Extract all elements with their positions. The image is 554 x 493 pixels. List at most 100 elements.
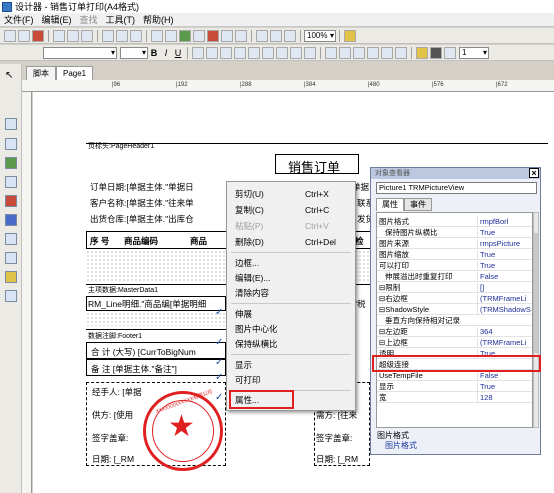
grid-icon[interactable] [193, 29, 205, 42]
menu-item-delete[interactable]: 删除(D) Ctrl+Del [227, 235, 355, 249]
line-width-select[interactable]: 1 [459, 46, 489, 59]
menu-item-clear[interactable]: 清除内容 [227, 286, 355, 300]
property-row[interactable]: 图片格式 rmpfBorl [377, 217, 532, 227]
property-row[interactable]: 可以打印 True [377, 261, 532, 271]
rotate-icon[interactable] [304, 46, 316, 59]
master-data-row[interactable]: RM_Line明细."商品编[单据明细 [86, 296, 226, 311]
richtext-icon[interactable] [5, 214, 17, 226]
fill-color-icon[interactable] [416, 46, 428, 59]
align-justify-icon[interactable] [234, 46, 246, 59]
align-icon[interactable] [179, 29, 191, 42]
total-row[interactable]: 合 计 (大写) [CurrToBigNum [86, 342, 226, 359]
property-row[interactable]: 图片来源 rmpsPicture [377, 239, 532, 249]
align-center-icon[interactable] [206, 46, 218, 59]
menu-item-cut[interactable]: 剪切(U) Ctrl+X [227, 187, 355, 201]
menu-file[interactable]: 文件(F) [0, 13, 38, 26]
help-icon[interactable] [344, 29, 356, 42]
group-icon[interactable] [221, 29, 233, 42]
property-row[interactable]: 垂直方向保持相对记录 [377, 316, 532, 326]
copy-icon[interactable] [116, 29, 128, 42]
subreport-icon[interactable] [5, 176, 17, 188]
menu-item-visible[interactable]: 显示 [227, 358, 355, 372]
menu-item-printable[interactable]: 可打印 [227, 373, 355, 387]
barcode-icon[interactable] [5, 252, 17, 264]
property-row[interactable]: 保持图片纵横比 True [377, 228, 532, 238]
frame-top-icon[interactable] [339, 46, 351, 59]
close-icon[interactable]: × [529, 168, 539, 178]
align-left-icon[interactable] [192, 46, 204, 59]
wrap-icon[interactable] [290, 46, 302, 59]
property-row[interactable]: 宽 128 [377, 393, 532, 403]
fit-icon[interactable] [284, 29, 296, 42]
line-style-icon[interactable] [444, 46, 456, 59]
tab-properties[interactable]: 属性 [376, 198, 404, 211]
property-row[interactable]: ⊟限制[] [377, 283, 532, 293]
handler-field[interactable]: 经手人: [单据 [92, 386, 142, 398]
date-right-field[interactable]: 日期: [_RM [316, 453, 358, 465]
undo-icon[interactable] [151, 29, 163, 42]
print-icon[interactable] [53, 29, 65, 42]
shape-icon[interactable] [5, 157, 17, 169]
property-scrollbar[interactable] [533, 212, 539, 428]
sign-right-field[interactable]: 签字盖章: [316, 432, 352, 444]
paste-icon[interactable] [130, 29, 142, 42]
save-icon[interactable] [32, 29, 44, 42]
property-row[interactable]: ⊟ShadowStyle (TRMShadowS [377, 305, 532, 315]
chart-icon[interactable] [5, 233, 17, 245]
property-row[interactable]: ⊟右边框 (TRMFrameLi [377, 294, 532, 304]
menu-tools[interactable]: 工具(T) [102, 13, 140, 26]
pointer-icon[interactable]: ↖ [5, 70, 17, 82]
frame-none-icon[interactable] [395, 46, 407, 59]
property-row[interactable]: UseTempFile False [377, 371, 532, 381]
underline-button[interactable]: U [172, 47, 184, 59]
open-icon[interactable] [18, 29, 30, 42]
font-size-select[interactable] [120, 46, 148, 59]
valign-bottom-icon[interactable] [276, 46, 288, 59]
menu-item-copy[interactable]: 复制(C) Ctrl+C [227, 203, 355, 217]
page-icon[interactable] [235, 29, 247, 42]
frame-all-icon[interactable] [325, 46, 337, 59]
supplier-field[interactable]: 供方: [使用 [92, 409, 133, 421]
customer-field[interactable]: 客户名称:[单据主体."往来单 [90, 197, 194, 209]
bold-button[interactable]: B [148, 47, 160, 59]
font-name-select[interactable] [43, 46, 117, 59]
redo-icon[interactable] [165, 29, 177, 42]
menu-item-edit[interactable]: 编辑(E)... [227, 271, 355, 285]
sign-left-field[interactable]: 签字盖章: [92, 432, 128, 444]
frame-bottom-icon[interactable] [367, 46, 379, 59]
menu-item-keep-ratio[interactable]: 保持纵横比 [227, 337, 355, 351]
tab-page1[interactable]: Page1 [56, 66, 94, 80]
property-row[interactable]: ⊟上边框 (TRMFrameLi [377, 338, 532, 348]
delete-icon[interactable] [207, 29, 219, 42]
warehouse-field[interactable]: 出货仓库:[单据主体."出库仓 [90, 213, 194, 225]
preview-icon[interactable] [67, 29, 79, 42]
order-date-field[interactable]: 订单日期:[单据主体."单据日 [90, 181, 194, 193]
new-icon[interactable] [4, 29, 16, 42]
menu-item-frame[interactable]: 边框... [227, 256, 355, 270]
tab-script[interactable]: 脚本 [26, 66, 56, 80]
object-select[interactable]: Picture1 TRMPictureView [376, 182, 537, 194]
picture-icon[interactable] [5, 138, 17, 150]
company-seal-picture[interactable]: ★ XXXXXXXXXXXX有限公司 [143, 389, 223, 471]
menu-help[interactable]: 帮助(H) [139, 13, 178, 26]
more-components-icon[interactable] [5, 290, 17, 302]
property-row[interactable]: ⊟左边距 364 [377, 327, 532, 337]
checkbox-component-icon[interactable] [5, 271, 17, 283]
menu-item-stretch[interactable]: 伸展 [227, 307, 355, 321]
date-left-field[interactable]: 日期: [_RM [92, 453, 134, 465]
line-icon[interactable] [5, 195, 17, 207]
menu-item-paste[interactable]: 粘贴(P) Ctrl+V [227, 219, 355, 233]
property-row[interactable]: 伸展溢出时重复打印 False [377, 272, 532, 282]
memo-icon[interactable] [5, 118, 17, 130]
align-right-icon[interactable] [220, 46, 232, 59]
valign-middle-icon[interactable] [262, 46, 274, 59]
italic-button[interactable]: I [160, 47, 172, 59]
frame-left-icon[interactable] [353, 46, 365, 59]
zoom-select[interactable]: 100% [304, 29, 336, 42]
columns-icon[interactable] [270, 29, 282, 42]
menu-edit[interactable]: 编辑(E) [38, 13, 76, 26]
menu-item-center-picture[interactable]: 图片中心化 [227, 322, 355, 336]
table-icon[interactable] [256, 29, 268, 42]
report-title[interactable]: 销售订单 [275, 154, 359, 175]
property-row[interactable]: 图片缩放 True [377, 250, 532, 260]
